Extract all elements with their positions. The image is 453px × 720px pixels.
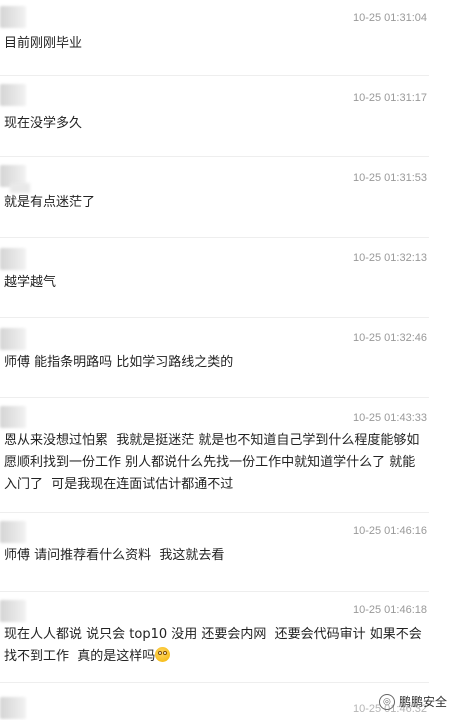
avatar [0,248,26,270]
avatar [0,6,26,28]
avatar [0,406,26,428]
message-text: 现在人人都说 说只会 top10 没用 还要会内网 还要会代码审计 如果不会找不… [4,627,422,664]
message-time: 10-25 01:31:04 [352,12,427,24]
message-text: 目前刚刚毕业 [4,36,83,51]
message-text: 就是有点迷茫了 [4,195,96,210]
message-text: 现在没学多久 [4,116,83,131]
message-text: 恩从来没想过怕累 我就是挺迷茫 就是也不知道自己学到什么程度能够如愿顺利找到一份… [4,433,420,492]
message-item: 10-25 01:32:13 越学越气 [0,238,453,318]
message-item: 10-25 01:31:17 现在没学多久 [0,76,453,156]
message-text: 师傅 能指条明路吗 比如学习路线之类的 [4,355,234,370]
message-time: 10-25 01:46:18 [352,604,427,616]
avatar [0,697,26,719]
message-item: 10-25 01:46:16 师傅 请问推荐看什么资料 我这就去看 [0,513,453,591]
message-time: 10-25 01:43:33 [352,412,427,424]
watermark: ◎ 鹏鹏安全 [378,693,447,710]
message-time: 10-25 01:31:53 [352,172,427,184]
message-time: 10-25 01:32:46 [352,332,427,344]
message-time: 10-25 01:31:17 [352,92,427,104]
message-time: 10-25 01:32:13 [352,252,427,264]
wechat-channel-icon: ◎ [378,693,395,710]
avatar [0,328,26,350]
avatar [0,84,26,106]
avatar [0,521,26,543]
message-item: 10-25 01:43:33 恩从来没想过怕累 我就是挺迷茫 就是也不知道自己学… [0,398,453,512]
flushed-face-emoji-icon [155,647,171,662]
message-item: 10-25 01:31:53 就是有点迷茫了 [0,157,453,237]
message-time: 10-25 01:46:16 [352,525,427,537]
message-text: 师傅 请问推荐看什么资料 我这就去看 [4,548,225,563]
avatar [0,600,26,622]
message-item: 10-25 01:31:04 目前刚刚毕业 [0,0,453,75]
watermark-text: 鹏鹏安全 [398,695,447,709]
message-item: 10-25 01:46:18 现在人人都说 说只会 top10 没用 还要会内网… [0,592,453,682]
message-item: 10-25 01:32:46 师傅 能指条明路吗 比如学习路线之类的 [0,318,453,398]
message-text: 越学越气 [4,275,57,290]
